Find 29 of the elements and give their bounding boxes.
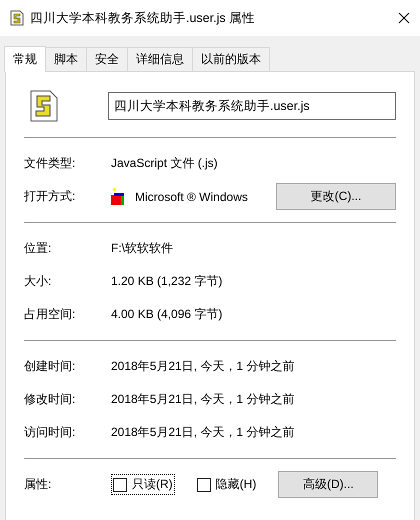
script-file-icon <box>30 90 58 122</box>
field-value: JavaScript 文件 (.js) <box>111 155 218 172</box>
field-value: 4.00 KB (4,096 字节) <box>111 306 222 323</box>
field-value: 2018年5月21日, 今天，1 分钟之前 <box>111 424 294 441</box>
checkbox[interactable]: 隐藏(H) <box>194 474 258 495</box>
file-name-field[interactable]: 四川大学本科教务系统助手.user.js <box>108 92 396 120</box>
field-label: 访问时间: <box>24 424 76 441</box>
field-value: 2018年5月21日, 今天，1 分钟之前 <box>111 358 294 375</box>
field-label: 位置: <box>24 240 52 257</box>
advanced-button[interactable]: 高级(D)... <box>278 471 378 498</box>
field-label: 文件类型: <box>24 155 76 172</box>
close-icon[interactable] <box>398 12 410 24</box>
field-label: 修改时间: <box>24 391 76 408</box>
field-value: 1.20 KB (1,232 字节) <box>111 273 222 290</box>
change-button[interactable]: 更改(C)... <box>276 183 396 210</box>
field-label: 创建时间: <box>24 358 76 375</box>
script-file-icon <box>10 10 24 26</box>
app-name: Microsoft ® Windows <box>135 190 248 204</box>
field-label: 占用空间: <box>24 306 76 323</box>
field-value: F:\软软软件 <box>111 240 173 257</box>
field-label: 打开方式: <box>24 188 76 205</box>
tab[interactable]: 以前的版本 <box>192 47 270 71</box>
field-value: 2018年5月21日, 今天，1 分钟之前 <box>111 391 294 408</box>
cube-icon <box>111 188 127 206</box>
tab[interactable]: 常规 <box>4 46 46 72</box>
field-label: 属性: <box>24 476 52 493</box>
field-label: 大小: <box>24 273 52 290</box>
window-title: 四川大学本科教务系统助手.user.js 属性 <box>30 10 256 26</box>
checkbox[interactable]: 只读(R) <box>111 474 175 495</box>
